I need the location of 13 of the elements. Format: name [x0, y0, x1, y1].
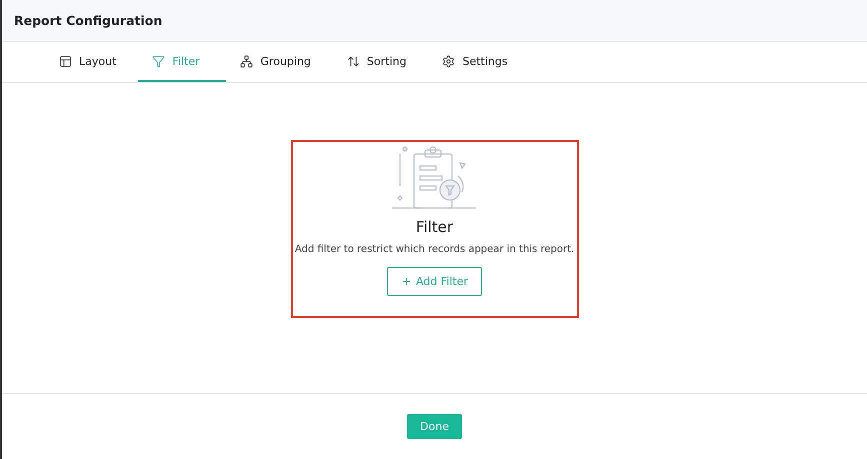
hierarchy-icon	[240, 54, 254, 68]
plus-icon	[400, 276, 412, 287]
tab[interactable]: Grouping	[226, 42, 333, 82]
empty-state-title: Filter	[416, 218, 454, 236]
tab[interactable]: Settings	[428, 42, 530, 82]
window-title: Report Configuration	[14, 13, 162, 28]
tab[interactable]: Layout	[45, 42, 138, 82]
sort-icon	[346, 54, 360, 68]
settings-icon	[442, 54, 456, 68]
funnel-icon	[152, 54, 166, 68]
layout-icon	[59, 54, 72, 68]
tab[interactable]: Sorting	[332, 42, 428, 82]
empty-state-description: Add filter to restrict which records appear in this report.	[294, 244, 574, 255]
